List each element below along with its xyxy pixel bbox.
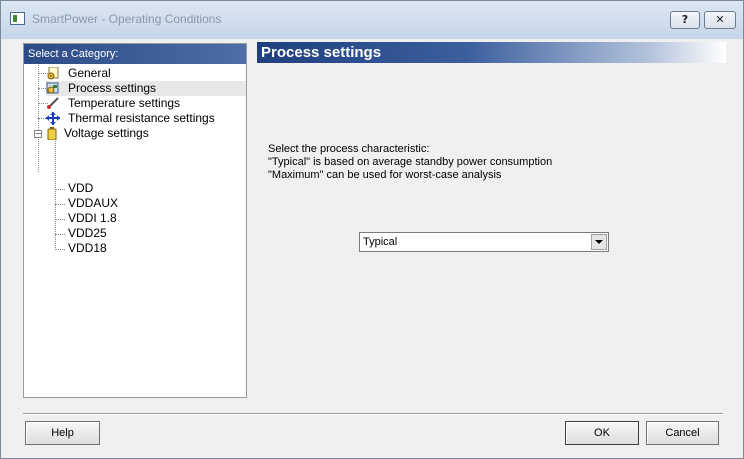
tree-item-thermal-resistance-settings[interactable]: Thermal resistance settings <box>46 111 244 126</box>
tree-item-voltage-settings[interactable]: Voltage settings <box>46 126 244 141</box>
tree-item-temperature-settings[interactable]: Temperature settings <box>46 96 244 111</box>
thermometer-icon <box>47 97 59 109</box>
battery-icon <box>47 127 57 140</box>
close-button[interactable]: ✕ <box>704 11 736 29</box>
tree-line <box>55 141 56 248</box>
tree-item-general[interactable]: General <box>46 66 244 81</box>
tree-item-label: VDD <box>68 181 94 195</box>
window-title: SmartPower - Operating Conditions <box>32 12 222 26</box>
tree-line <box>55 249 65 250</box>
tree-item-label: Thermal resistance settings <box>68 111 215 125</box>
arrows-cross-icon <box>46 112 60 125</box>
tree-item-label: General <box>68 66 111 80</box>
tree-item-label: VDD25 <box>68 226 107 240</box>
ok-button[interactable]: OK <box>565 421 639 445</box>
operating-conditions-dialog: SmartPower - Operating Conditions ? ✕ Se… <box>0 0 744 459</box>
process-description: Select the process characteristic: "Typi… <box>268 143 552 182</box>
tree-item-vddaux[interactable]: VDDAUX <box>68 196 238 211</box>
category-panel: Select a Category: General Process setti… <box>23 43 247 398</box>
title-bar[interactable]: SmartPower - Operating Conditions ? ✕ <box>1 1 743 39</box>
collapse-toggle[interactable]: − <box>34 130 42 138</box>
tree-item-label: VDDI 1.8 <box>68 211 117 225</box>
tree-item-label: VDD18 <box>68 241 107 255</box>
description-line: Select the process characteristic: <box>268 143 430 155</box>
description-line: "Maximum" can be used for worst-case ana… <box>268 169 502 181</box>
tree-item-vdd18[interactable]: VDD18 <box>68 241 238 256</box>
tree-item-process-settings[interactable]: Process settings <box>46 81 246 96</box>
process-select-value: Typical <box>363 236 398 248</box>
tree-line <box>55 234 65 235</box>
cancel-button[interactable]: Cancel <box>646 421 719 445</box>
divider <box>23 413 723 415</box>
category-header: Select a Category: <box>24 44 246 64</box>
tree-line <box>55 204 65 205</box>
tree-item-label: Temperature settings <box>68 96 181 110</box>
tree-item-label: Process settings <box>68 81 157 95</box>
help-title-button[interactable]: ? <box>670 11 700 29</box>
tree-line <box>55 189 65 190</box>
help-button[interactable]: Help <box>25 421 100 445</box>
process-select[interactable]: Typical <box>359 232 609 252</box>
tree-item-vdd25[interactable]: VDD25 <box>68 226 238 241</box>
page-title: Process settings <box>257 42 726 63</box>
tree-item-label: VDDAUX <box>68 196 119 210</box>
tree-item-vddi-1-8[interactable]: VDDI 1.8 <box>68 211 238 226</box>
tree-item-vdd[interactable]: VDD <box>68 181 238 196</box>
description-line: "Typical" is based on average standby po… <box>268 156 553 168</box>
gear-document-icon <box>47 67 59 80</box>
chevron-down-icon[interactable] <box>591 234 607 250</box>
process-chip-icon <box>46 82 59 94</box>
tree-item-label: Voltage settings <box>64 126 149 140</box>
tree-line <box>55 219 65 220</box>
app-icon <box>10 12 25 25</box>
